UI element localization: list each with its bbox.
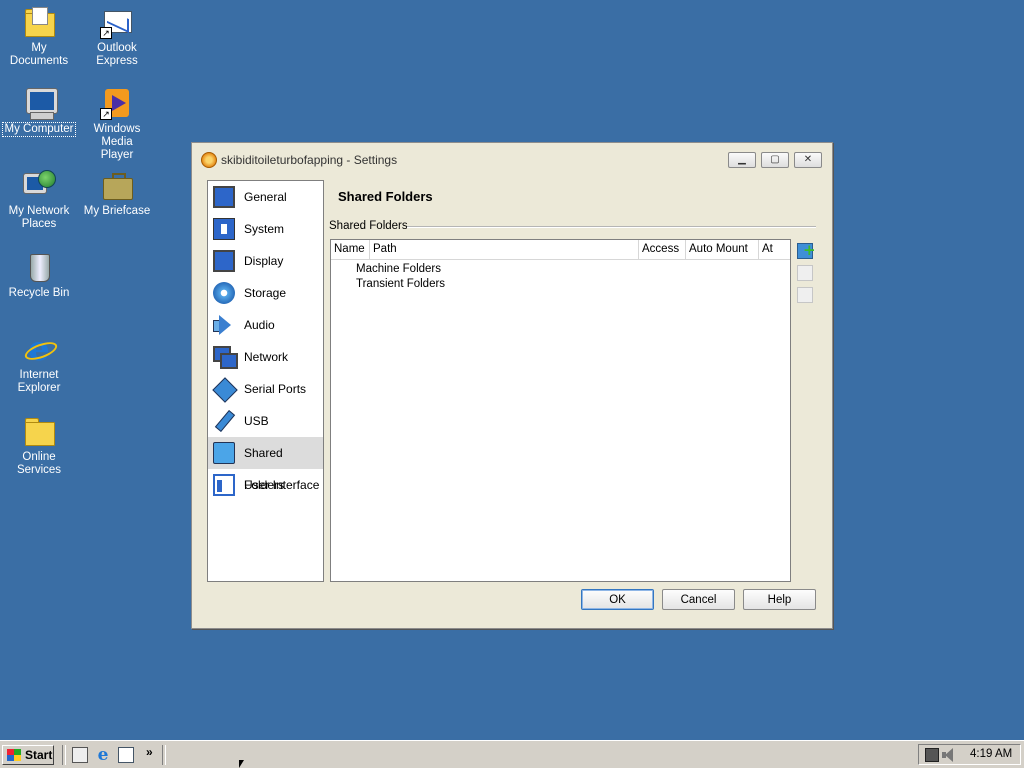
- show-desktop-icon[interactable]: [72, 747, 88, 763]
- maximize-button[interactable]: ▢: [761, 152, 789, 168]
- sidebar-item-general[interactable]: General: [208, 181, 323, 213]
- column-header-at[interactable]: At: [759, 240, 790, 259]
- table-row[interactable]: Machine Folders: [356, 262, 441, 277]
- sidebar-item-label: General: [244, 190, 287, 204]
- sidebar-item-audio[interactable]: Audio: [208, 309, 323, 341]
- table-header: Name Path Access Auto Mount At: [331, 240, 790, 260]
- sidebar-item-label: User Interface: [244, 478, 320, 492]
- sidebar-item-usb[interactable]: USB: [208, 405, 323, 437]
- taskbar: Start e » 4:19 AM: [0, 740, 1024, 768]
- edit-shared-folder-button[interactable]: [797, 265, 813, 281]
- my-computer-icon: [22, 86, 57, 120]
- user-interface-icon: [213, 474, 235, 496]
- display-icon: [213, 250, 235, 272]
- sidebar-item-label: Display: [244, 254, 284, 268]
- internet-explorer-quicklaunch-icon[interactable]: e: [95, 747, 111, 764]
- recycle-bin-icon: [22, 250, 56, 284]
- network-tray-icon[interactable]: [925, 748, 939, 762]
- dialog-titlebar[interactable]: skibiditoileturbofapping - Settings ▁ ▢ …: [192, 143, 832, 175]
- minimize-button[interactable]: ▁: [728, 152, 756, 168]
- sidebar-item-label: Audio: [244, 318, 275, 332]
- desktop-icon-label: My Documents: [9, 42, 69, 67]
- desktop-icon-label: Outlook Express: [96, 42, 138, 67]
- cancel-button[interactable]: Cancel: [662, 589, 735, 610]
- sidebar-item-network[interactable]: Network: [208, 341, 323, 373]
- internet-explorer-icon: e: [22, 332, 60, 366]
- quicklaunch-more-button[interactable]: »: [146, 745, 162, 761]
- sidebar-item-label: Network: [244, 350, 289, 364]
- desktop-icon-my-network-places[interactable]: My Network Places: [0, 168, 78, 231]
- column-header-path[interactable]: Path: [370, 240, 639, 259]
- table-row[interactable]: Transient Folders: [356, 277, 445, 292]
- sidebar-item-display[interactable]: Display: [208, 245, 323, 277]
- desktop-icon-online-services[interactable]: Online Services: [0, 414, 78, 477]
- group-label: Shared Folders: [329, 220, 408, 232]
- clock[interactable]: 4:19 AM: [970, 748, 1012, 760]
- desktop-icon-recycle-bin[interactable]: Recycle Bin: [0, 250, 78, 300]
- outlook-express-quicklaunch-icon[interactable]: [118, 747, 134, 763]
- column-header-access[interactable]: Access: [639, 240, 686, 259]
- mouse-cursor-icon: [239, 760, 244, 768]
- storage-icon: [213, 282, 235, 304]
- settings-sidebar: General System Display Storage Audio Net…: [207, 180, 324, 582]
- desktop-icon-internet-explorer[interactable]: e Internet Explorer: [0, 332, 78, 395]
- system-icon: [213, 218, 235, 240]
- sidebar-item-label: USB: [244, 414, 269, 428]
- windows-media-player-icon: ↗: [100, 86, 134, 120]
- page-title: Shared Folders: [338, 189, 433, 204]
- desktop-icon-label: Internet Explorer: [17, 369, 61, 394]
- sidebar-item-label: Storage: [244, 286, 287, 300]
- sidebar-item-serial-ports[interactable]: Serial Ports: [208, 373, 323, 405]
- desktop-icon-label: Online Services: [16, 451, 62, 476]
- network-icon: [213, 346, 238, 369]
- windows-logo-icon: [7, 749, 21, 761]
- desktop-icon-label: My Computer: [2, 122, 76, 137]
- sidebar-item-user-interface[interactable]: User Interface: [208, 469, 323, 501]
- taskbar-separator: [62, 745, 66, 765]
- help-button[interactable]: Help: [743, 589, 816, 610]
- desktop-icon-label: My Network Places: [8, 205, 70, 230]
- my-documents-icon: [22, 5, 56, 39]
- sidebar-item-shared-folders[interactable]: Shared Folders: [208, 437, 323, 492]
- column-header-name[interactable]: Name: [331, 240, 370, 259]
- sidebar-item-label: Serial Ports: [244, 382, 307, 396]
- close-button[interactable]: ✕: [794, 152, 822, 168]
- desktop-icon-windows-media-player[interactable]: ↗ Windows Media Player: [78, 86, 156, 162]
- desktop-icon-my-briefcase[interactable]: My Briefcase: [78, 168, 156, 218]
- add-shared-folder-button[interactable]: [797, 241, 816, 259]
- start-label: Start: [25, 748, 53, 762]
- desktop-icon-label: My Briefcase: [83, 205, 151, 217]
- usb-icon: [213, 410, 235, 432]
- remove-shared-folder-button[interactable]: [797, 287, 813, 303]
- sidebar-item-storage[interactable]: Storage: [208, 277, 323, 309]
- sidebar-item-label: System: [244, 222, 285, 236]
- settings-dialog: skibiditoileturbofapping - Settings ▁ ▢ …: [191, 142, 833, 629]
- group-divider: [407, 226, 816, 228]
- desktop-icon-my-documents[interactable]: My Documents: [0, 5, 78, 68]
- start-button[interactable]: Start: [2, 745, 54, 765]
- virtualbox-icon: [201, 152, 217, 168]
- system-tray: 4:19 AM: [918, 744, 1021, 765]
- desktop-icon-label: Recycle Bin: [8, 287, 70, 299]
- my-briefcase-icon: [100, 168, 134, 202]
- shared-folders-table[interactable]: Name Path Access Auto Mount At Machine F…: [330, 239, 791, 582]
- dialog-title: skibiditoileturbofapping - Settings: [221, 153, 398, 167]
- ok-button[interactable]: OK: [581, 589, 654, 610]
- my-network-places-icon: [22, 168, 56, 202]
- outlook-express-icon: ↗: [100, 5, 134, 39]
- sidebar-item-system[interactable]: System: [208, 213, 323, 245]
- desktop-icon-label: Windows Media Player: [93, 123, 141, 161]
- column-header-auto-mount[interactable]: Auto Mount: [686, 240, 759, 259]
- audio-icon: [213, 314, 235, 336]
- shared-folders-icon: [213, 442, 235, 464]
- online-services-folder-icon: [22, 414, 56, 448]
- desktop-icon-outlook-express[interactable]: ↗ Outlook Express: [78, 5, 156, 68]
- taskbar-separator: [162, 745, 166, 765]
- desktop-icon-my-computer[interactable]: My Computer: [0, 86, 78, 137]
- general-icon: [213, 186, 235, 208]
- serial-ports-icon: [212, 377, 238, 403]
